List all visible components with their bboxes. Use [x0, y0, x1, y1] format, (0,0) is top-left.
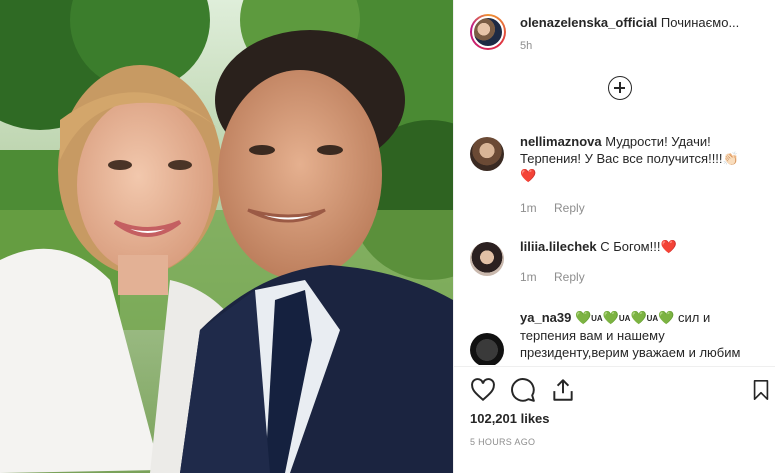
comment-username[interactable]: ya_na39 — [520, 310, 571, 325]
comment-username[interactable]: nellimaznova — [520, 134, 602, 149]
heart-emoji: 💚 — [574, 310, 592, 325]
comment-time: 1m — [520, 270, 537, 284]
reply-button[interactable]: Reply — [554, 201, 585, 215]
heart-emoji: 💚 — [658, 310, 675, 325]
post-detail-panel: olenazelenska_official Починаємо... 5h n… — [453, 0, 775, 473]
comment-body: С Богом!!! — [600, 239, 661, 254]
comment-icon[interactable] — [510, 377, 536, 403]
bookmark-icon[interactable] — [750, 377, 772, 403]
reply-button[interactable]: Reply — [554, 270, 585, 284]
heart-icon[interactable] — [470, 377, 496, 403]
comment-item: nellimaznova Мудрости! Удачи! Терпения! … — [470, 133, 767, 223]
selfie-image — [0, 0, 453, 473]
caption-time: 5h — [520, 40, 533, 52]
comment-username[interactable]: liliia.lilechek — [520, 239, 597, 254]
comment-item: ya_na39 💚UA💚UA💚UA💚 сил и терпения вам и … — [470, 309, 767, 365]
share-icon[interactable] — [550, 377, 576, 403]
post-actions: 102,201 likes 5 HOURS AGO — [454, 366, 775, 473]
heart-emoji: 💚 — [602, 310, 619, 325]
comment-meta: 1m Reply — [520, 201, 599, 215]
comment-time: 1m — [520, 201, 537, 215]
comment-meta: 1m Reply — [520, 270, 599, 284]
owner-username[interactable]: olenazelenska_official — [520, 15, 657, 30]
comment-item: liliia.lilechek С Богом!!!❤️ 1m Reply — [470, 238, 767, 293]
heart-emoji: 💚 — [630, 310, 647, 325]
caption: olenazelenska_official Починаємо... — [520, 14, 739, 31]
load-more-comments-icon[interactable] — [608, 76, 632, 100]
owner-avatar[interactable] — [470, 14, 506, 50]
commenter-avatar[interactable] — [470, 137, 504, 171]
ua-flag: UA — [646, 314, 659, 323]
comment-text: liliia.lilechek С Богом!!!❤️ — [520, 238, 767, 255]
commenter-avatar[interactable] — [470, 242, 504, 276]
likes-count[interactable]: 102,201 likes — [470, 411, 550, 426]
caption-text: Починаємо... — [660, 15, 740, 30]
posted-time: 5 HOURS AGO — [470, 437, 536, 447]
ua-flag: UA — [618, 314, 631, 323]
ua-flag: UA — [591, 314, 603, 323]
post-photo[interactable] — [0, 0, 453, 473]
commenter-avatar[interactable] — [470, 333, 504, 365]
comment-text: nellimaznova Мудрости! Удачи! Терпения! … — [520, 133, 767, 184]
heart-emoji: ❤️ — [660, 239, 677, 254]
heart-emoji: ❤️ — [520, 168, 537, 183]
comment-text: ya_na39 💚UA💚UA💚UA💚 сил и терпения вам и … — [520, 309, 767, 361]
caption-row: olenazelenska_official Починаємо... 5h — [470, 14, 767, 58]
